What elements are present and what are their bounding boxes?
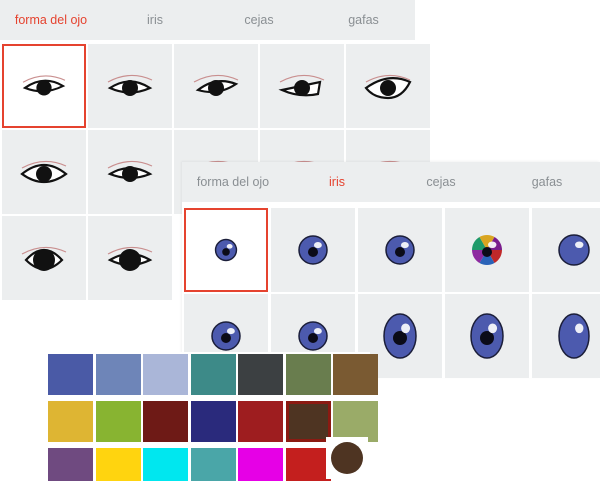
color-swatch[interactable]	[95, 354, 141, 395]
tab-glasses[interactable]: gafas	[494, 162, 600, 202]
color-swatch[interactable]	[285, 448, 331, 481]
eye-shape-6[interactable]	[2, 130, 86, 214]
color-swatch[interactable]	[238, 354, 283, 395]
eye-shape-icon	[193, 74, 239, 96]
color-swatch[interactable]	[190, 401, 236, 442]
iris-icon	[385, 235, 415, 265]
eye-shape-4[interactable]	[260, 44, 344, 128]
eye-shape-icon	[107, 74, 153, 96]
iris-icon	[470, 313, 504, 359]
color-swatch[interactable]	[333, 354, 378, 395]
eye-shape-icon	[278, 74, 325, 97]
color-palette	[46, 352, 378, 486]
iris-3[interactable]	[358, 208, 442, 292]
tab-eyebrows[interactable]: cejas	[390, 162, 492, 202]
color-swatch[interactable]	[238, 448, 283, 481]
tab-eyebrows[interactable]: cejas	[208, 0, 310, 40]
color-swatch[interactable]	[190, 448, 236, 481]
iris-8[interactable]	[445, 294, 529, 378]
iris-4[interactable]	[532, 208, 600, 292]
tab-iris[interactable]: iris	[104, 0, 206, 40]
eye-shape-2[interactable]	[88, 44, 172, 128]
iris-tab-bar: forma del ojo iris cejas gafas	[182, 162, 600, 202]
eye-shape-icon	[21, 246, 67, 271]
iris-icon	[298, 235, 328, 265]
iris-icon	[472, 235, 502, 265]
color-swatch[interactable]	[143, 354, 188, 395]
tab-iris[interactable]: iris	[286, 162, 388, 202]
eye-shape-icon	[364, 74, 412, 100]
eye-shape-icon	[20, 160, 68, 184]
color-swatch[interactable]	[95, 448, 141, 481]
iris-icon	[558, 234, 590, 266]
eye-shape-3[interactable]	[174, 44, 258, 128]
iris-9[interactable]	[532, 294, 600, 378]
eye-shape-icon	[107, 246, 153, 271]
color-swatch[interactable]	[48, 354, 93, 395]
tab-eye-shape[interactable]: forma del ojo	[0, 0, 102, 40]
color-swatch[interactable]	[333, 401, 378, 442]
eye-shape-7[interactable]	[88, 130, 172, 214]
iris-icon	[214, 238, 238, 262]
iris-rainbow[interactable]	[445, 208, 529, 292]
eye-shape-11[interactable]	[2, 216, 86, 300]
iris-2[interactable]	[271, 208, 355, 292]
color-swatch[interactable]	[285, 354, 331, 395]
color-swatch[interactable]	[143, 448, 188, 481]
color-swatch[interactable]	[95, 401, 141, 442]
color-swatch[interactable]	[190, 354, 236, 395]
iris-1[interactable]	[184, 208, 268, 292]
color-preview	[326, 437, 368, 479]
eye-shape-tab-bar: forma del ojo iris cejas gafas	[0, 0, 415, 40]
color-swatch[interactable]	[285, 401, 331, 442]
tab-glasses[interactable]: gafas	[312, 0, 415, 40]
color-swatch[interactable]	[48, 401, 93, 442]
eye-shape-icon	[107, 160, 153, 182]
tab-eye-shape[interactable]: forma del ojo	[182, 162, 284, 202]
iris-icon	[558, 313, 590, 359]
color-swatch[interactable]	[238, 401, 283, 442]
color-swatch[interactable]	[48, 448, 93, 481]
eye-shape-12[interactable]	[88, 216, 172, 300]
color-preview-dot	[331, 442, 363, 474]
iris-panel: forma del ojo iris cejas gafas	[182, 162, 600, 378]
eye-shape-1[interactable]	[2, 44, 86, 128]
color-swatch[interactable]	[143, 401, 188, 442]
eye-shape-icon	[22, 75, 66, 96]
eye-shape-5[interactable]	[346, 44, 430, 128]
